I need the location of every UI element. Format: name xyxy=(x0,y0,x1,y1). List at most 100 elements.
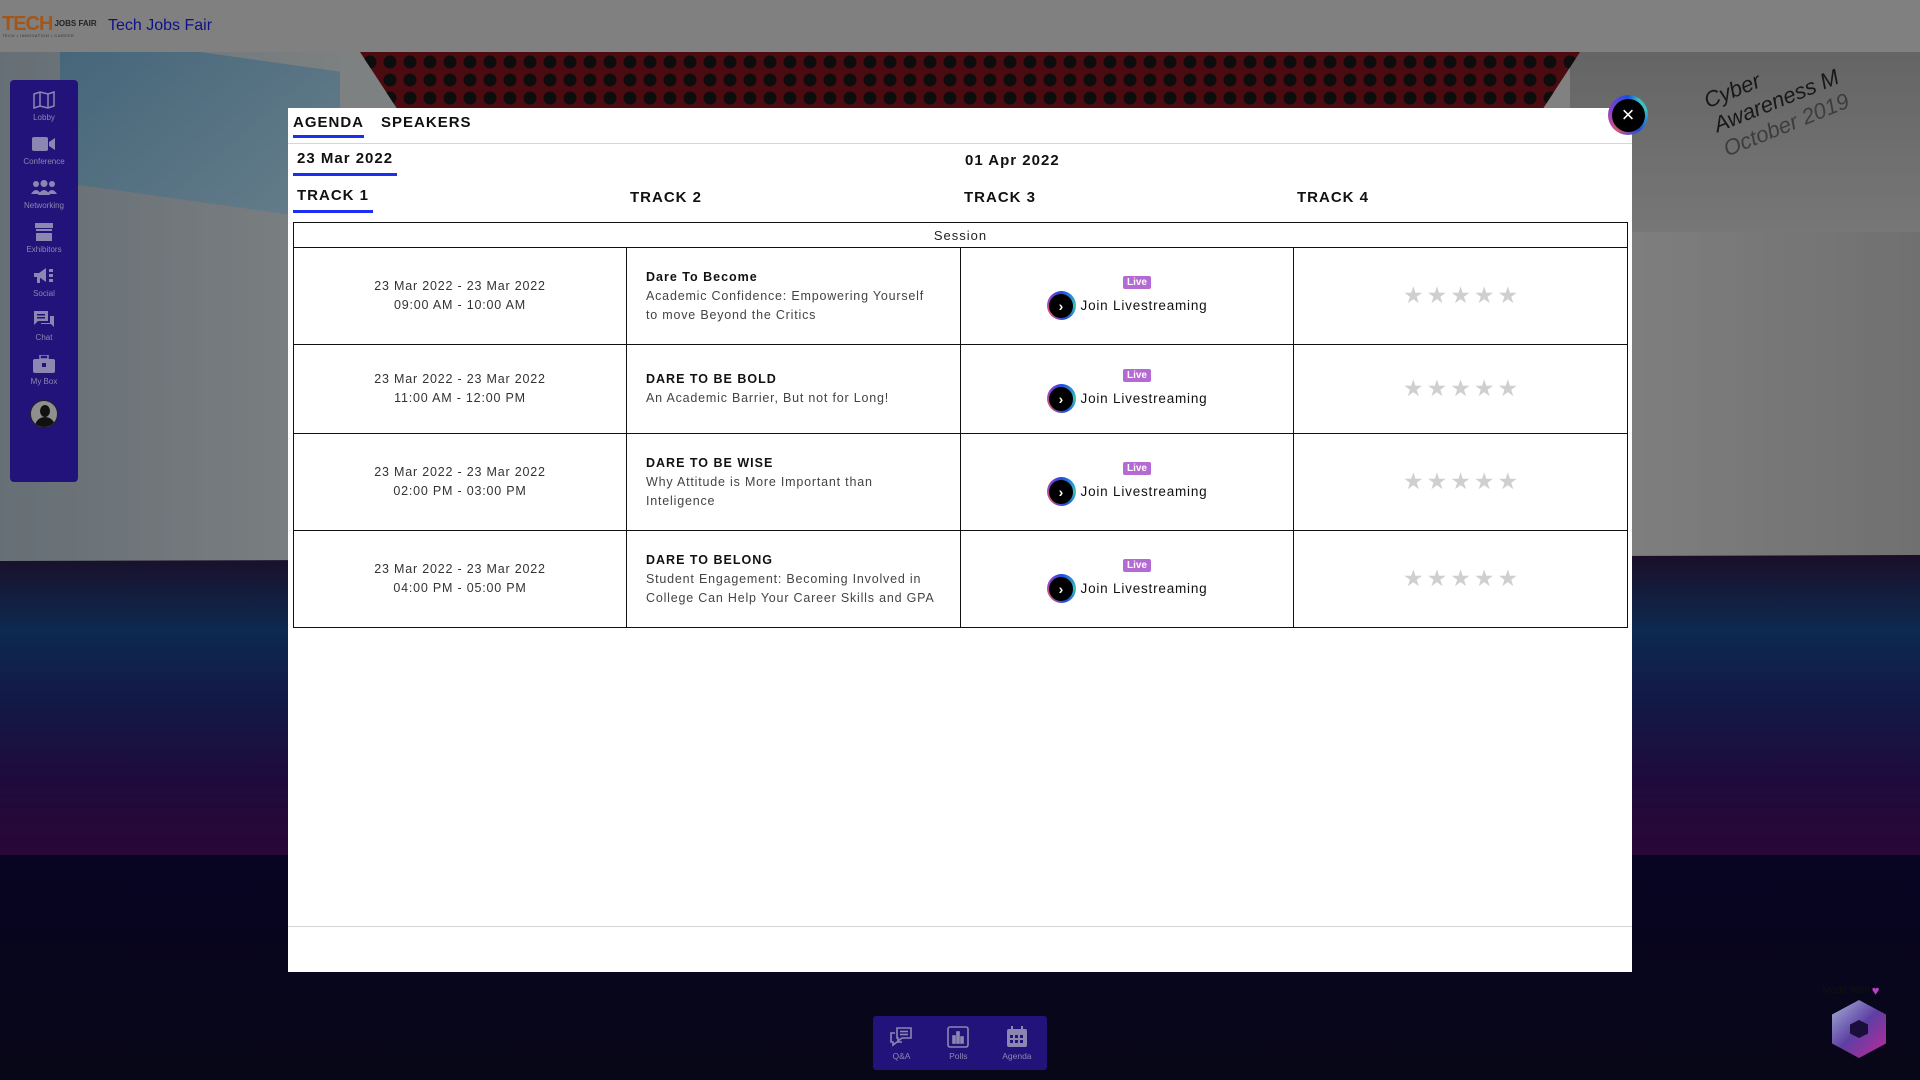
join-livestreaming-label: Join Livestreaming xyxy=(1080,484,1208,499)
star-icon[interactable]: ★ xyxy=(1427,470,1448,493)
session-stream-cell: Live › Join Livestreaming xyxy=(960,433,1294,531)
session-rating-cell: ★ ★ ★ ★ ★ xyxy=(1293,247,1628,345)
star-icon[interactable]: ★ xyxy=(1497,470,1518,493)
join-arrow-button[interactable]: › xyxy=(1046,477,1076,506)
star-icon[interactable]: ★ xyxy=(1450,377,1471,400)
session-header-label: Session xyxy=(293,222,1628,248)
star-rating[interactable]: ★ ★ ★ ★ ★ xyxy=(1403,567,1518,590)
bar-chart-icon xyxy=(945,1025,971,1049)
session-time-range: 02:00 PM - 03:00 PM xyxy=(393,484,527,498)
session-title: DARE TO BE BOLD xyxy=(646,372,777,386)
track-tab-1[interactable]: TRACK 1 xyxy=(293,187,374,213)
chevron-right-icon: › xyxy=(1049,386,1074,411)
sidebar-item-my-box[interactable]: My Box xyxy=(10,352,78,386)
chat-bubbles-icon xyxy=(31,308,57,332)
people-group-icon xyxy=(31,176,57,200)
tech-jobs-fair-logo[interactable]: TECH JOBS FAIR TECH • INNOVATION • CAREE… xyxy=(2,9,100,43)
bottom-toolbar: Q&A Polls Agenda xyxy=(873,1016,1047,1070)
session-time-range: 04:00 PM - 05:00 PM xyxy=(393,581,527,595)
map-icon xyxy=(31,88,57,112)
star-icon[interactable]: ★ xyxy=(1497,377,1518,400)
star-rating[interactable]: ★ ★ ★ ★ ★ xyxy=(1403,377,1518,400)
session-info-cell: Dare To Become Academic Confidence: Empo… xyxy=(626,247,961,345)
star-icon[interactable]: ★ xyxy=(1403,377,1424,400)
session-description: Student Engagement: Becoming Involved in… xyxy=(646,571,935,605)
toolbar-item-label: Q&A xyxy=(892,1051,911,1061)
sidebar-item-label: Networking xyxy=(23,201,64,210)
site-title: Tech Jobs Fair xyxy=(108,17,213,34)
session-row: 23 Mar 2022 - 23 Mar 2022 04:00 PM - 05:… xyxy=(293,530,1628,628)
session-description: An Academic Barrier, But not for Long! xyxy=(646,391,890,405)
track-tab-3[interactable]: TRACK 3 xyxy=(960,189,1040,212)
chevron-right-icon: › xyxy=(1049,576,1074,601)
session-info-cell: DARE TO BE BOLD An Academic Barrier, But… xyxy=(626,344,961,434)
sidebar-item-label: Exhibitors xyxy=(26,245,62,254)
session-time-range: 11:00 AM - 12:00 PM xyxy=(394,391,526,405)
star-icon[interactable]: ★ xyxy=(1450,567,1471,590)
star-icon[interactable]: ★ xyxy=(1427,567,1448,590)
megaphone-icon xyxy=(31,264,57,288)
session-stream-cell: Live › Join Livestreaming xyxy=(960,530,1294,628)
star-icon[interactable]: ★ xyxy=(1474,284,1495,307)
star-icon[interactable]: ★ xyxy=(1450,284,1471,307)
star-icon[interactable]: ★ xyxy=(1403,284,1424,307)
star-icon[interactable]: ★ xyxy=(1427,284,1448,307)
session-rating-cell: ★ ★ ★ ★ ★ xyxy=(1293,433,1628,531)
sidebar-item-social[interactable]: Social xyxy=(10,264,78,298)
star-icon[interactable]: ★ xyxy=(1497,284,1518,307)
modal-footer-divider xyxy=(288,926,1632,927)
join-livestreaming-button[interactable]: › Join Livestreaming xyxy=(1046,574,1208,603)
agenda-modal: AGENDA SPEAKERS 23 Mar 2022 01 Apr 2022 … xyxy=(288,108,1632,972)
star-icon[interactable]: ★ xyxy=(1403,470,1424,493)
join-livestreaming-button[interactable]: › Join Livestreaming xyxy=(1046,291,1208,320)
toolbar-item-polls[interactable]: Polls xyxy=(945,1025,971,1061)
session-date-range: 23 Mar 2022 - 23 Mar 2022 xyxy=(374,465,546,479)
star-icon[interactable]: ★ xyxy=(1450,470,1471,493)
made-with-label: Made With ♥ xyxy=(1822,983,1880,998)
sidebar-item-chat[interactable]: Chat xyxy=(10,308,78,342)
session-rating-cell: ★ ★ ★ ★ ★ xyxy=(1293,344,1628,434)
top-header: TECH JOBS FAIR TECH • INNOVATION • CAREE… xyxy=(0,0,1920,52)
user-avatar[interactable] xyxy=(30,400,58,428)
sidebar-item-exhibitors[interactable]: Exhibitors xyxy=(10,220,78,254)
session-stream-cell: Live › Join Livestreaming xyxy=(960,344,1294,434)
toolbar-item-agenda[interactable]: Agenda xyxy=(1002,1025,1032,1061)
join-arrow-button[interactable]: › xyxy=(1046,574,1076,603)
join-livestreaming-button[interactable]: › Join Livestreaming xyxy=(1046,384,1208,413)
sidebar-item-lobby[interactable]: Lobby xyxy=(10,88,78,122)
session-title: DARE TO BELONG xyxy=(646,552,773,567)
tab-speakers[interactable]: SPEAKERS xyxy=(381,114,472,138)
sidebar-item-label: Chat xyxy=(35,333,53,342)
join-livestreaming-button[interactable]: › Join Livestreaming xyxy=(1046,477,1208,506)
star-icon[interactable]: ★ xyxy=(1474,470,1495,493)
date-tabs: 23 Mar 2022 01 Apr 2022 xyxy=(288,150,1632,178)
star-rating[interactable]: ★ ★ ★ ★ ★ xyxy=(1403,470,1518,493)
sidebar-item-networking[interactable]: Networking xyxy=(10,176,78,210)
sidebar-item-label: Social xyxy=(33,289,55,298)
date-tab-01-apr-2022[interactable]: 01 Apr 2022 xyxy=(961,152,1064,175)
close-modal-button[interactable]: × xyxy=(1608,95,1648,135)
session-time-range: 09:00 AM - 10:00 AM xyxy=(394,298,526,312)
join-arrow-button[interactable]: › xyxy=(1046,384,1076,413)
toolbar-item-qa[interactable]: Q&A xyxy=(888,1025,914,1061)
qa-bubbles-icon xyxy=(888,1025,914,1049)
track-tab-2[interactable]: TRACK 2 xyxy=(626,189,706,212)
toolbar-item-label: Polls xyxy=(949,1051,968,1061)
made-with-text: Made With xyxy=(1822,985,1870,996)
star-icon[interactable]: ★ xyxy=(1427,377,1448,400)
date-tab-23-mar-2022[interactable]: 23 Mar 2022 xyxy=(293,150,398,176)
sidebar-item-conference[interactable]: Conference xyxy=(10,132,78,166)
tab-agenda[interactable]: AGENDA xyxy=(293,114,365,138)
star-rating[interactable]: ★ ★ ★ ★ ★ xyxy=(1403,284,1518,307)
star-icon[interactable]: ★ xyxy=(1497,567,1518,590)
join-arrow-button[interactable]: › xyxy=(1046,291,1076,320)
star-icon[interactable]: ★ xyxy=(1474,567,1495,590)
calendar-icon xyxy=(1004,1025,1030,1049)
track-tab-4[interactable]: TRACK 4 xyxy=(1293,189,1373,212)
join-livestreaming-label: Join Livestreaming xyxy=(1080,581,1208,596)
star-icon[interactable]: ★ xyxy=(1474,377,1495,400)
tabs-divider xyxy=(288,143,1632,144)
sidebar-item-label: My Box xyxy=(30,377,58,386)
star-icon[interactable]: ★ xyxy=(1403,567,1424,590)
briefcase-icon xyxy=(31,352,57,376)
